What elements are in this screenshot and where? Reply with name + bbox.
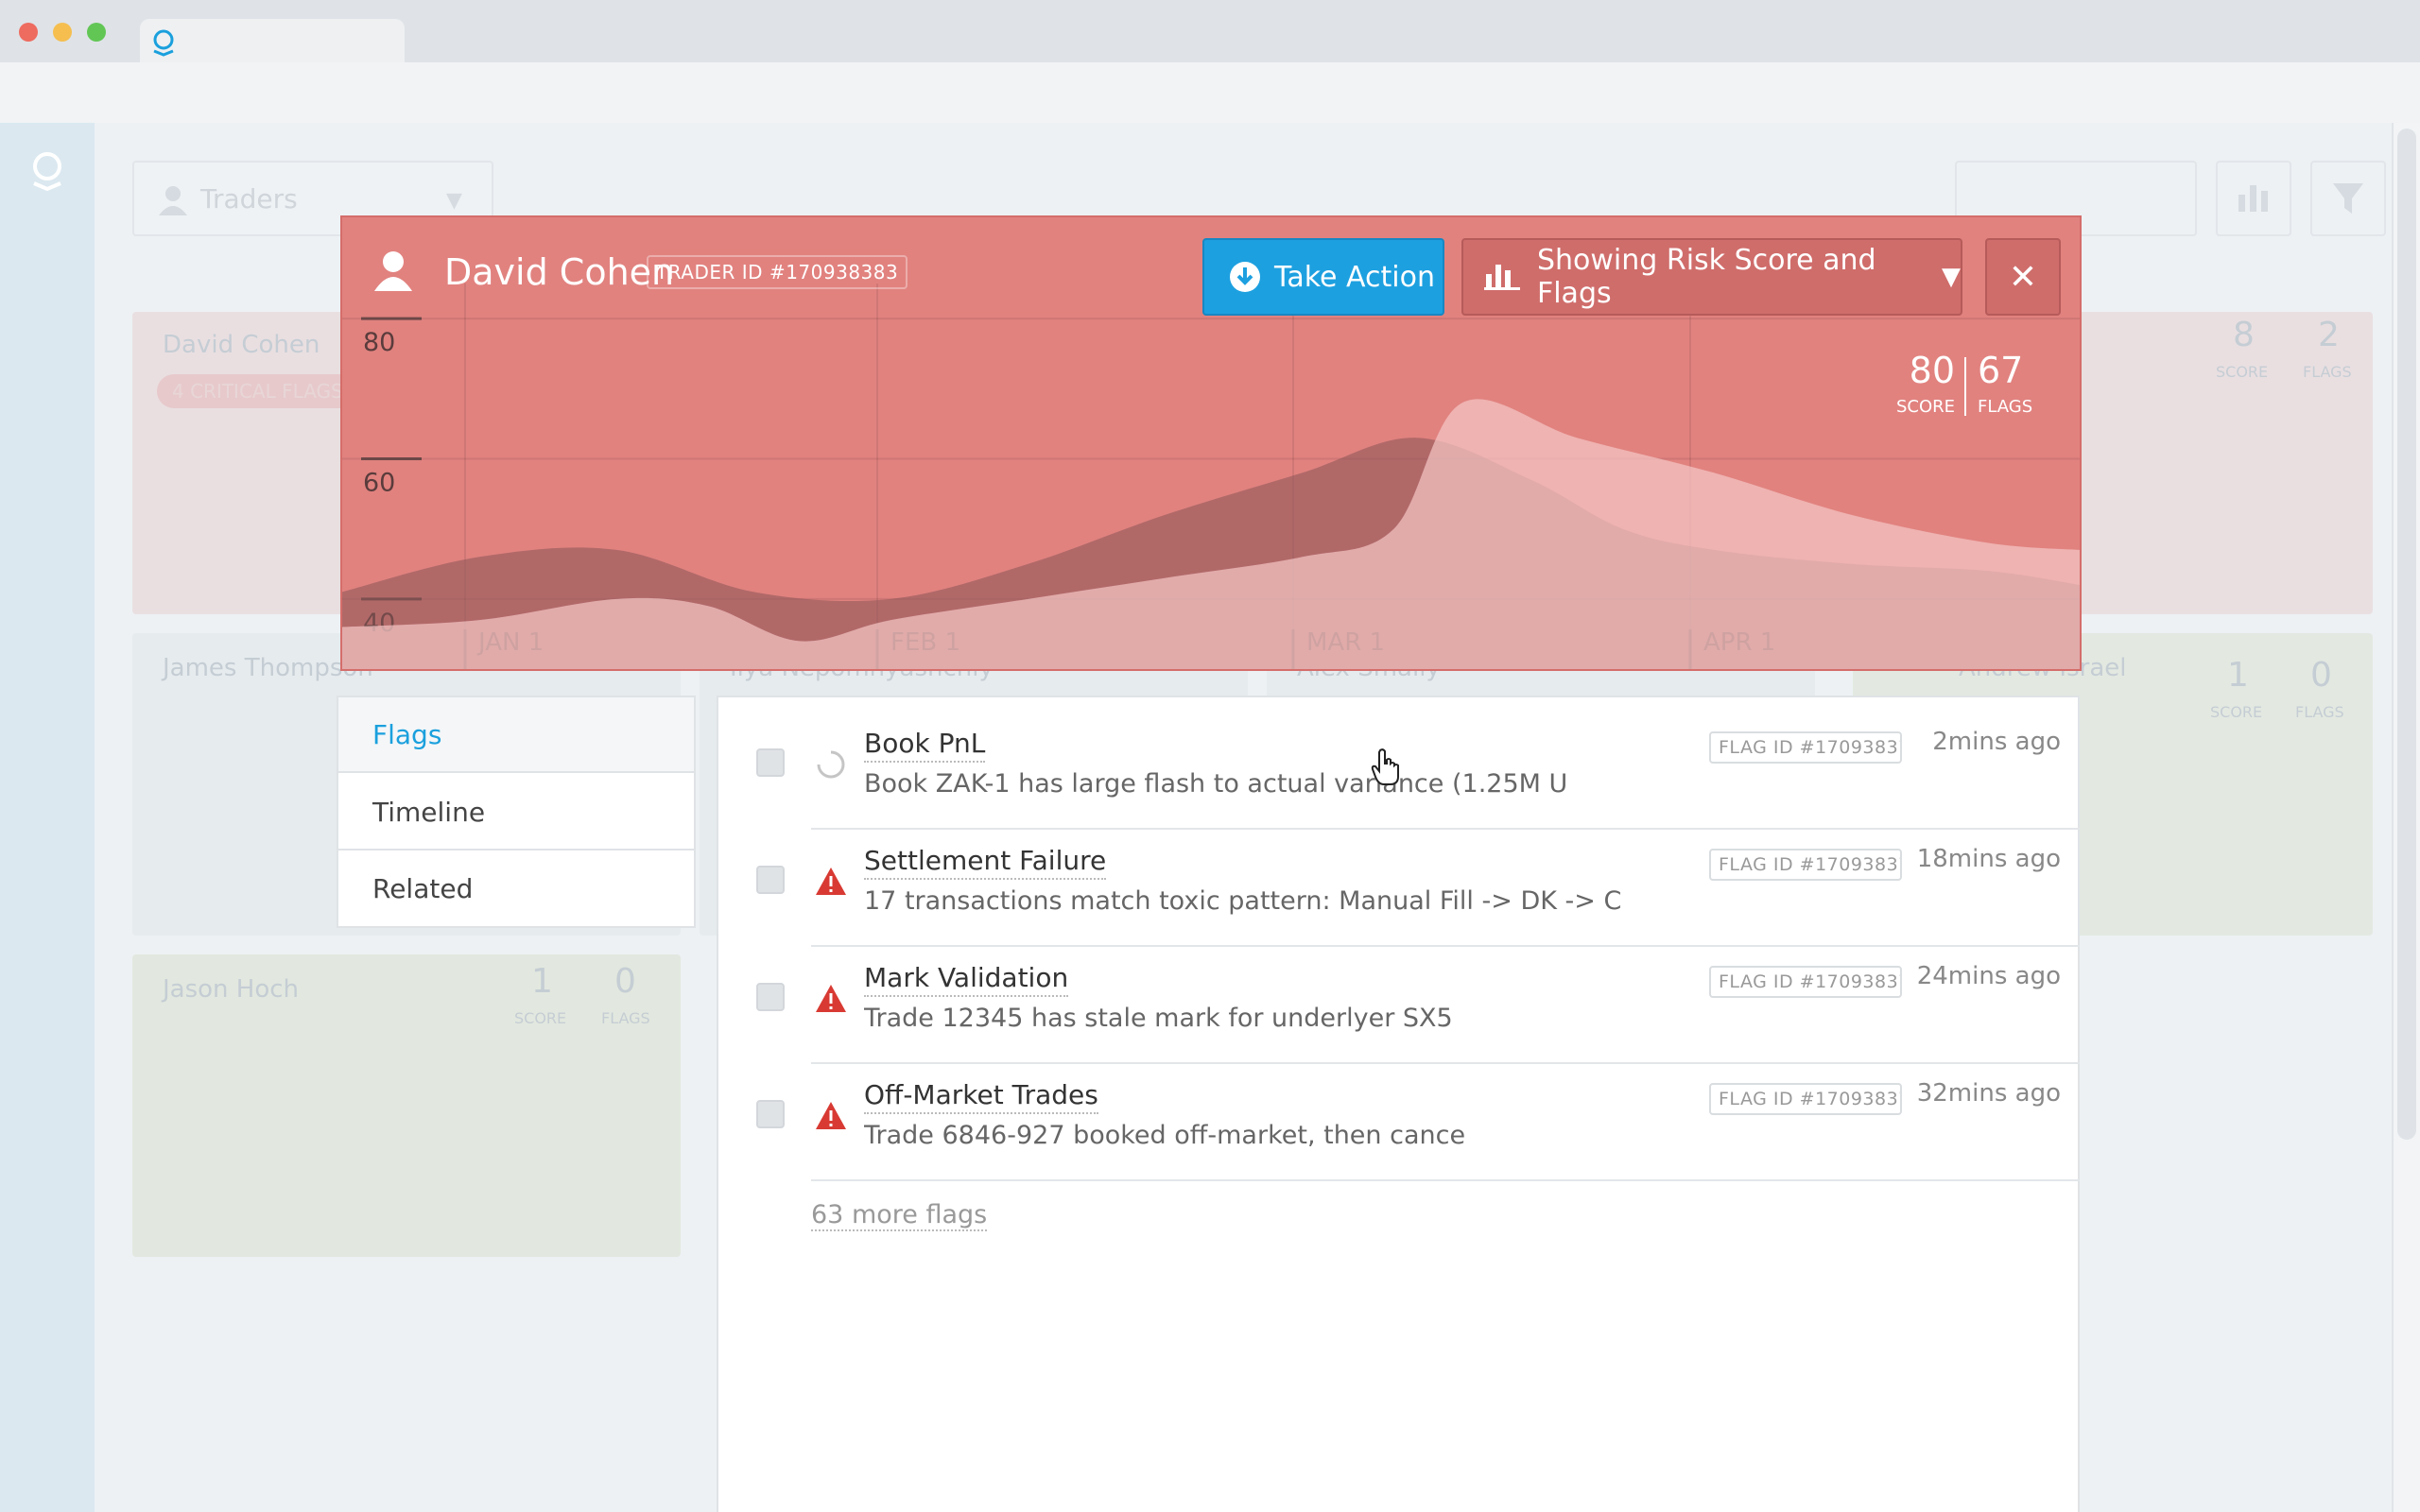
hand-cursor-icon: [1371, 748, 1399, 785]
chart-view-button[interactable]: [2216, 161, 2291, 236]
flag-title[interactable]: Book PnL: [864, 728, 986, 763]
filter-button[interactable]: [2310, 161, 2386, 236]
bg-card-flags: 0: [2310, 656, 2332, 695]
browser-toolbar: [0, 62, 2420, 125]
palantir-logo-icon[interactable]: [28, 149, 66, 193]
flags-value: 67: [1978, 350, 2024, 391]
flag-id: FLAG ID #170938377: [1709, 849, 1902, 881]
bg-card-flags: 2: [2318, 316, 2340, 354]
close-window-icon[interactable]: [19, 23, 38, 42]
flag-row[interactable]: Off-Market Trades Trade 6846-927 booked …: [756, 1062, 2080, 1181]
download-circle-icon: [1230, 262, 1260, 292]
flag-description: Trade 12345 has stale mark for underlyer…: [864, 1004, 1453, 1033]
bg-card-score: 1: [2227, 656, 2249, 695]
detail-nav: Flags Timeline Related: [337, 696, 696, 928]
tab-timeline[interactable]: Timeline: [338, 775, 694, 850]
bg-card-score-label: SCORE: [514, 1009, 567, 1027]
flag-checkbox[interactable]: [756, 983, 785, 1011]
maximize-window-icon[interactable]: [87, 23, 106, 42]
chevron-down-icon: ▼: [446, 189, 462, 213]
tab-flags[interactable]: Flags: [338, 697, 694, 773]
flag-description: 17 transactions match toxic pattern: Man…: [864, 886, 1622, 916]
bg-card-flags-label: FLAGS: [2303, 363, 2352, 381]
warning-icon: [816, 1102, 846, 1129]
bg-card-flags-label: FLAGS: [601, 1009, 650, 1027]
tab-label: Timeline: [372, 796, 486, 828]
flag-title[interactable]: Settlement Failure: [864, 845, 1107, 880]
flag-row[interactable]: Settlement Failure 17 transactions match…: [756, 828, 2080, 947]
close-icon: ✕: [2008, 257, 2038, 297]
flag-id: FLAG ID #170938378: [1709, 731, 1902, 764]
bg-card-score-label: SCORE: [2216, 363, 2269, 381]
tab-related[interactable]: Related: [338, 850, 694, 926]
bg-card-flags-label: FLAGS: [2295, 703, 2344, 721]
scrollbar-thumb[interactable]: [2397, 129, 2416, 1140]
loading-spinner-icon: [817, 750, 845, 779]
background-trader-card[interactable]: Jason Hoch 1 0 SCORE FLAGS: [132, 954, 681, 1257]
flag-id: FLAG ID #170938375: [1709, 1083, 1902, 1115]
trader-detail-header: 806040JAN 1FEB 1MAR 1APR 1 David Cohen T…: [340, 215, 2082, 671]
y-tick-label: 60: [363, 468, 395, 497]
flag-time: 32mins ago: [1916, 1079, 2061, 1108]
chevron-down-icon: ▼: [1942, 263, 1961, 291]
bar-chart-icon: [2238, 185, 2268, 212]
bg-card-score-label: SCORE: [2210, 703, 2263, 721]
flag-time: 24mins ago: [1916, 962, 2061, 990]
minimize-window-icon[interactable]: [53, 23, 72, 42]
warning-icon: [816, 985, 846, 1012]
stats-summary: 80 SCORE 67 FLAGS: [1893, 350, 2053, 435]
flag-time: 2mins ago: [1932, 728, 2061, 756]
y-tick-label: 80: [363, 328, 395, 357]
close-button[interactable]: ✕: [1985, 238, 2061, 316]
flag-checkbox[interactable]: [756, 748, 785, 777]
browser-tab[interactable]: [140, 19, 405, 62]
flag-row[interactable]: Book PnL Book ZAK-1 has large flash to a…: [756, 711, 2080, 830]
flag-description: Book ZAK-1 has large flash to actual var…: [864, 769, 1568, 799]
warning-icon: [816, 868, 846, 895]
bar-chart-icon: [1484, 265, 1520, 290]
app-sidebar: [0, 123, 95, 1512]
tab-label: Related: [372, 872, 474, 904]
showing-label: Showing Risk Score and Flags: [1536, 244, 1876, 310]
flag-id: FLAG ID #170938376: [1709, 966, 1902, 998]
bg-card-name: Jason Hoch: [163, 975, 300, 1004]
flag-checkbox[interactable]: [756, 866, 785, 894]
user-icon: [159, 186, 187, 215]
flag-checkbox[interactable]: [756, 1100, 785, 1128]
flag-title[interactable]: Off-Market Trades: [864, 1079, 1098, 1114]
bg-card-score: 1: [531, 962, 553, 1001]
take-action-label: Take Action: [1274, 260, 1435, 294]
flag-time: 18mins ago: [1916, 845, 2061, 873]
bg-card-badge: 4 CRITICAL FLAGS: [157, 374, 358, 408]
flag-title[interactable]: Mark Validation: [864, 962, 1069, 997]
trader-id-badge: TRADER ID #170938383: [647, 255, 908, 289]
more-flags-link[interactable]: 63 more flags: [811, 1200, 988, 1231]
bg-card-flags: 0: [614, 962, 636, 1001]
score-label: SCORE: [1895, 397, 1955, 417]
stats-divider: [1964, 357, 1966, 416]
bg-card-score: 8: [2233, 316, 2255, 354]
flag-description: Trade 6846-927 booked off-market, then c…: [864, 1121, 1466, 1150]
filter-icon: [2333, 183, 2363, 214]
flag-row[interactable]: Mark Validation Trade 12345 has stale ma…: [756, 945, 2080, 1064]
take-action-button[interactable]: Take Action: [1202, 238, 1444, 316]
palantir-logo-icon: [153, 29, 174, 57]
score-value: 80: [1909, 350, 1955, 391]
tab-label: Flags: [372, 718, 442, 750]
showing-dropdown[interactable]: Showing Risk Score and Flags ▼: [1461, 238, 1962, 316]
user-icon: [374, 251, 412, 291]
flags-label: FLAGS: [1978, 397, 2033, 417]
bg-card-name: David Cohen: [163, 331, 320, 359]
trader-name: David Cohen: [444, 251, 675, 293]
filter-label: Traders: [200, 183, 298, 215]
